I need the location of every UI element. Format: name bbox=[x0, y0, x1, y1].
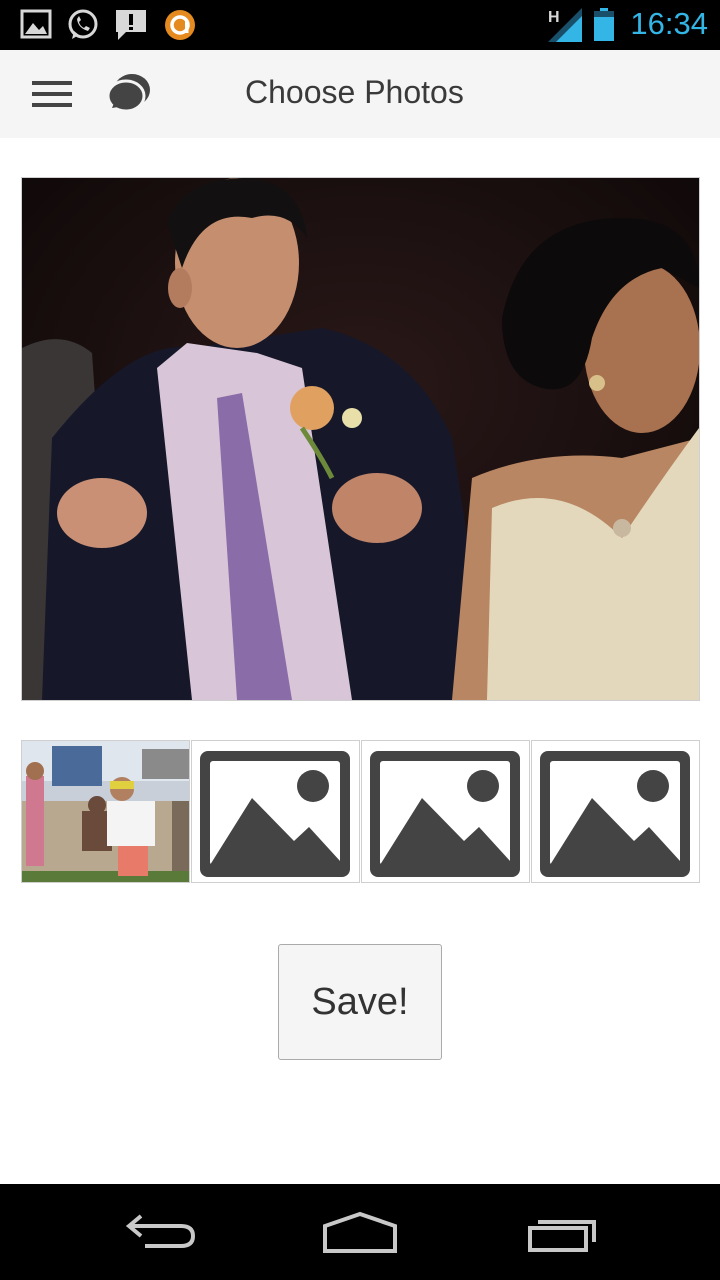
chat-icon[interactable] bbox=[104, 68, 156, 120]
page-title: Choose Photos bbox=[245, 74, 464, 110]
image-placeholder-icon bbox=[370, 751, 520, 877]
thumbnail-placeholder[interactable] bbox=[191, 740, 360, 883]
selected-photo bbox=[21, 177, 700, 701]
status-time: 16:34 bbox=[630, 6, 708, 41]
thumbnail-strip bbox=[21, 740, 700, 883]
home-icon[interactable] bbox=[315, 1204, 405, 1260]
save-button[interactable]: Save! bbox=[278, 944, 442, 1060]
image-placeholder-icon bbox=[200, 751, 350, 877]
app-bar: Choose Photos bbox=[0, 50, 720, 138]
thumbnail-photo[interactable] bbox=[21, 740, 190, 883]
whatsapp-icon bbox=[66, 8, 100, 47]
alert-icon bbox=[114, 8, 148, 47]
battery-icon bbox=[593, 8, 615, 47]
recents-icon[interactable] bbox=[520, 1204, 610, 1260]
navigation-bar bbox=[0, 1184, 720, 1280]
status-bar: H 16:34 bbox=[0, 0, 720, 50]
svg-text:H: H bbox=[548, 9, 560, 26]
image-placeholder-icon bbox=[540, 751, 690, 877]
back-icon[interactable] bbox=[115, 1204, 205, 1260]
avast-icon bbox=[163, 8, 197, 47]
thumbnail-placeholder[interactable] bbox=[361, 740, 530, 883]
signal-icon: H bbox=[548, 6, 584, 49]
gallery-icon bbox=[20, 8, 52, 45]
menu-icon[interactable] bbox=[26, 72, 78, 116]
thumbnail-placeholder[interactable] bbox=[531, 740, 700, 883]
